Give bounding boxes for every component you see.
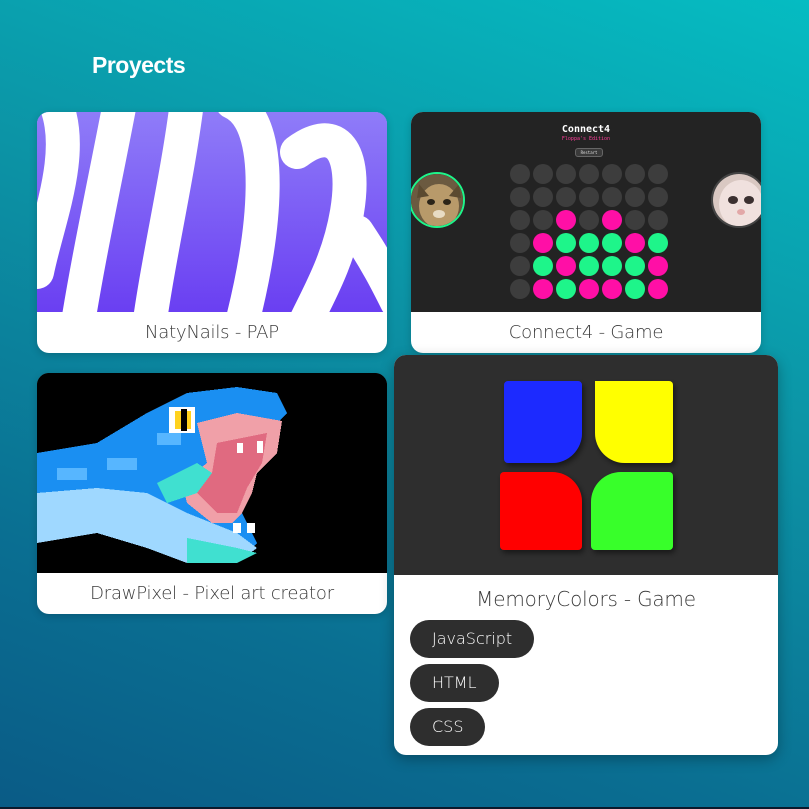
connect4-cell <box>579 256 599 276</box>
tech-tags: JavaScript HTML CSS <box>410 620 535 752</box>
connect4-thumbnail: Connect4 Floppa's Edition Restart <box>411 112 761 312</box>
connect4-cell <box>602 164 622 184</box>
connect4-cell <box>510 210 530 230</box>
connect4-cell <box>510 279 530 299</box>
project-card-natynails[interactable]: NatyNails - PAP <box>37 112 387 353</box>
project-caption: Connect4 - Game <box>508 322 664 343</box>
project-caption: NatyNails - PAP <box>145 322 279 343</box>
connect4-cell <box>625 210 645 230</box>
connect4-cell <box>602 279 622 299</box>
project-caption: MemoryColors - Game <box>476 587 696 611</box>
connect4-cell <box>533 187 553 207</box>
connect4-cell <box>533 256 553 276</box>
project-caption: DrawPixel - Pixel art creator <box>90 583 334 604</box>
connect4-board <box>510 164 668 299</box>
connect4-cell <box>602 233 622 253</box>
memorycolors-tiles-image <box>500 381 673 550</box>
connect4-cell <box>510 233 530 253</box>
connect4-cell <box>533 210 553 230</box>
tag-html[interactable]: HTML <box>410 664 499 702</box>
connect4-cell <box>579 233 599 253</box>
connect4-cell <box>602 210 622 230</box>
connect4-cell <box>533 164 553 184</box>
memory-color-tile <box>504 381 582 463</box>
connect4-cell <box>602 187 622 207</box>
connect4-cell <box>510 164 530 184</box>
connect4-cell <box>533 233 553 253</box>
connect4-cell <box>579 164 599 184</box>
connect4-cell <box>648 279 668 299</box>
connect4-cell <box>579 187 599 207</box>
tag-javascript[interactable]: JavaScript <box>410 620 535 658</box>
project-card-drawpixel[interactable]: DrawPixel - Pixel art creator <box>37 373 387 614</box>
connect4-cell <box>648 233 668 253</box>
connect4-cell <box>556 210 576 230</box>
connect4-cell <box>625 256 645 276</box>
connect4-cell <box>648 164 668 184</box>
memory-color-tile <box>500 472 582 550</box>
connect4-cell <box>533 279 553 299</box>
connect4-cell <box>556 187 576 207</box>
connect4-cell <box>625 164 645 184</box>
connect4-cell <box>579 279 599 299</box>
connect4-cell <box>648 187 668 207</box>
section-title: Proyects <box>92 52 186 78</box>
connect4-cell <box>625 233 645 253</box>
natynails-logo-image <box>37 112 387 312</box>
connect4-cell <box>648 210 668 230</box>
connect4-cell <box>648 256 668 276</box>
memory-color-tile <box>591 472 673 550</box>
connect4-cell <box>579 210 599 230</box>
tag-css[interactable]: CSS <box>410 708 486 746</box>
connect4-cell <box>625 187 645 207</box>
connect4-cell <box>556 164 576 184</box>
pixel-snake-image <box>37 373 387 573</box>
drawpixel-thumbnail <box>37 373 387 573</box>
memory-color-tile <box>595 381 673 463</box>
connect4-cell <box>602 256 622 276</box>
memorycolors-thumbnail <box>394 355 778 575</box>
connect4-cell <box>556 256 576 276</box>
connect4-cell <box>625 279 645 299</box>
connect4-cell <box>556 233 576 253</box>
connect4-cell <box>556 279 576 299</box>
natynails-thumbnail <box>37 112 387 312</box>
connect4-cell <box>510 256 530 276</box>
project-card-connect4[interactable]: Connect4 Floppa's Edition Restart Connec… <box>411 112 761 353</box>
connect4-cell <box>510 187 530 207</box>
project-card-memorycolors[interactable]: MemoryColors - Game JavaScript HTML CSS <box>394 355 778 755</box>
